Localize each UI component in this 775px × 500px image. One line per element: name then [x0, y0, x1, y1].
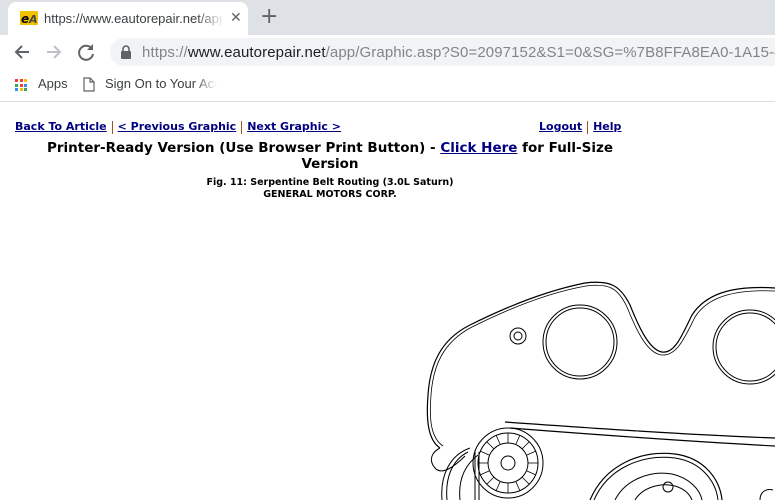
- divider: [587, 120, 589, 134]
- figure-manufacturer: GENERAL MOTORS CORP.: [263, 189, 397, 200]
- lock-icon[interactable]: [120, 45, 132, 59]
- next-graphic-link[interactable]: Next Graphic >: [247, 120, 341, 133]
- reload-icon[interactable]: [75, 41, 97, 63]
- bookmark-sign-on[interactable]: Sign On to Your Acco: [105, 76, 217, 91]
- svg-text:e: e: [21, 12, 29, 26]
- plus-icon[interactable]: +: [260, 4, 278, 30]
- help-link[interactable]: Help: [593, 120, 621, 133]
- heading-prefix: Printer-Ready Version (Use Browser Print…: [46, 140, 441, 156]
- back-to-article-link[interactable]: Back To Article: [15, 120, 107, 133]
- divider: [111, 120, 113, 134]
- svg-text:A: A: [28, 13, 38, 26]
- tab-strip: e A https://www.eautorepair.net/app/Grap…: [0, 0, 775, 35]
- browser-toolbar: https://www.eautorepair.net/app/Graphic.…: [0, 35, 775, 68]
- url-path: /app/Graphic.asp?S0=2097152&S1=0&SG=%7B8…: [325, 44, 775, 61]
- tensioner-pulley: [472, 427, 544, 499]
- page-content: Back To Article < Previous Graphic Next Gr…: [0, 102, 775, 500]
- figure-title: Fig. 11: Serpentine Belt Routing (3.0L S…: [206, 177, 454, 188]
- url-scheme: https://: [142, 44, 188, 61]
- pulley-right: [712, 309, 775, 385]
- page-heading: Printer-Ready Version (Use Browser Print…: [30, 140, 630, 172]
- arrow-right-icon[interactable]: [43, 41, 65, 63]
- apps-grid-icon: [15, 79, 27, 91]
- bookmarks-bar: Apps Sign On to Your Acco: [0, 68, 775, 102]
- account-links: Logout Help: [539, 120, 621, 134]
- url-text[interactable]: https://www.eautorepair.net/app/Graphic.…: [142, 44, 775, 61]
- logout-link[interactable]: Logout: [539, 120, 582, 133]
- page-icon: [83, 77, 95, 92]
- address-bar[interactable]: https://www.eautorepair.net/app/Graphic.…: [110, 38, 775, 66]
- graphic-navigation: Back To Article < Previous Graphic Next Gr…: [15, 120, 341, 134]
- full-size-link[interactable]: Click Here: [440, 140, 517, 156]
- pulley-left: [542, 304, 618, 380]
- small-idler-pulley: [509, 327, 527, 345]
- figure-caption: Fig. 11: Serpentine Belt Routing (3.0L S…: [30, 177, 630, 201]
- crankshaft-pulley: [589, 452, 723, 500]
- bookmark-apps[interactable]: Apps: [38, 76, 68, 91]
- divider: [241, 120, 243, 134]
- url-host: www.eautorepair.net: [187, 44, 326, 61]
- browser-tab[interactable]: e A https://www.eautorepair.net/app/Grap…: [8, 2, 248, 35]
- right-idler-pulley: [759, 489, 774, 500]
- tab-title: https://www.eautorepair.net/app/Graphic.…: [44, 11, 224, 26]
- eautorepair-logo-icon: e A: [20, 11, 38, 26]
- previous-graphic-link[interactable]: < Previous Graphic: [118, 120, 237, 133]
- arrow-left-icon[interactable]: [11, 41, 33, 63]
- close-icon[interactable]: ✕: [230, 10, 242, 26]
- serpentine-belt-diagram: [426, 281, 775, 500]
